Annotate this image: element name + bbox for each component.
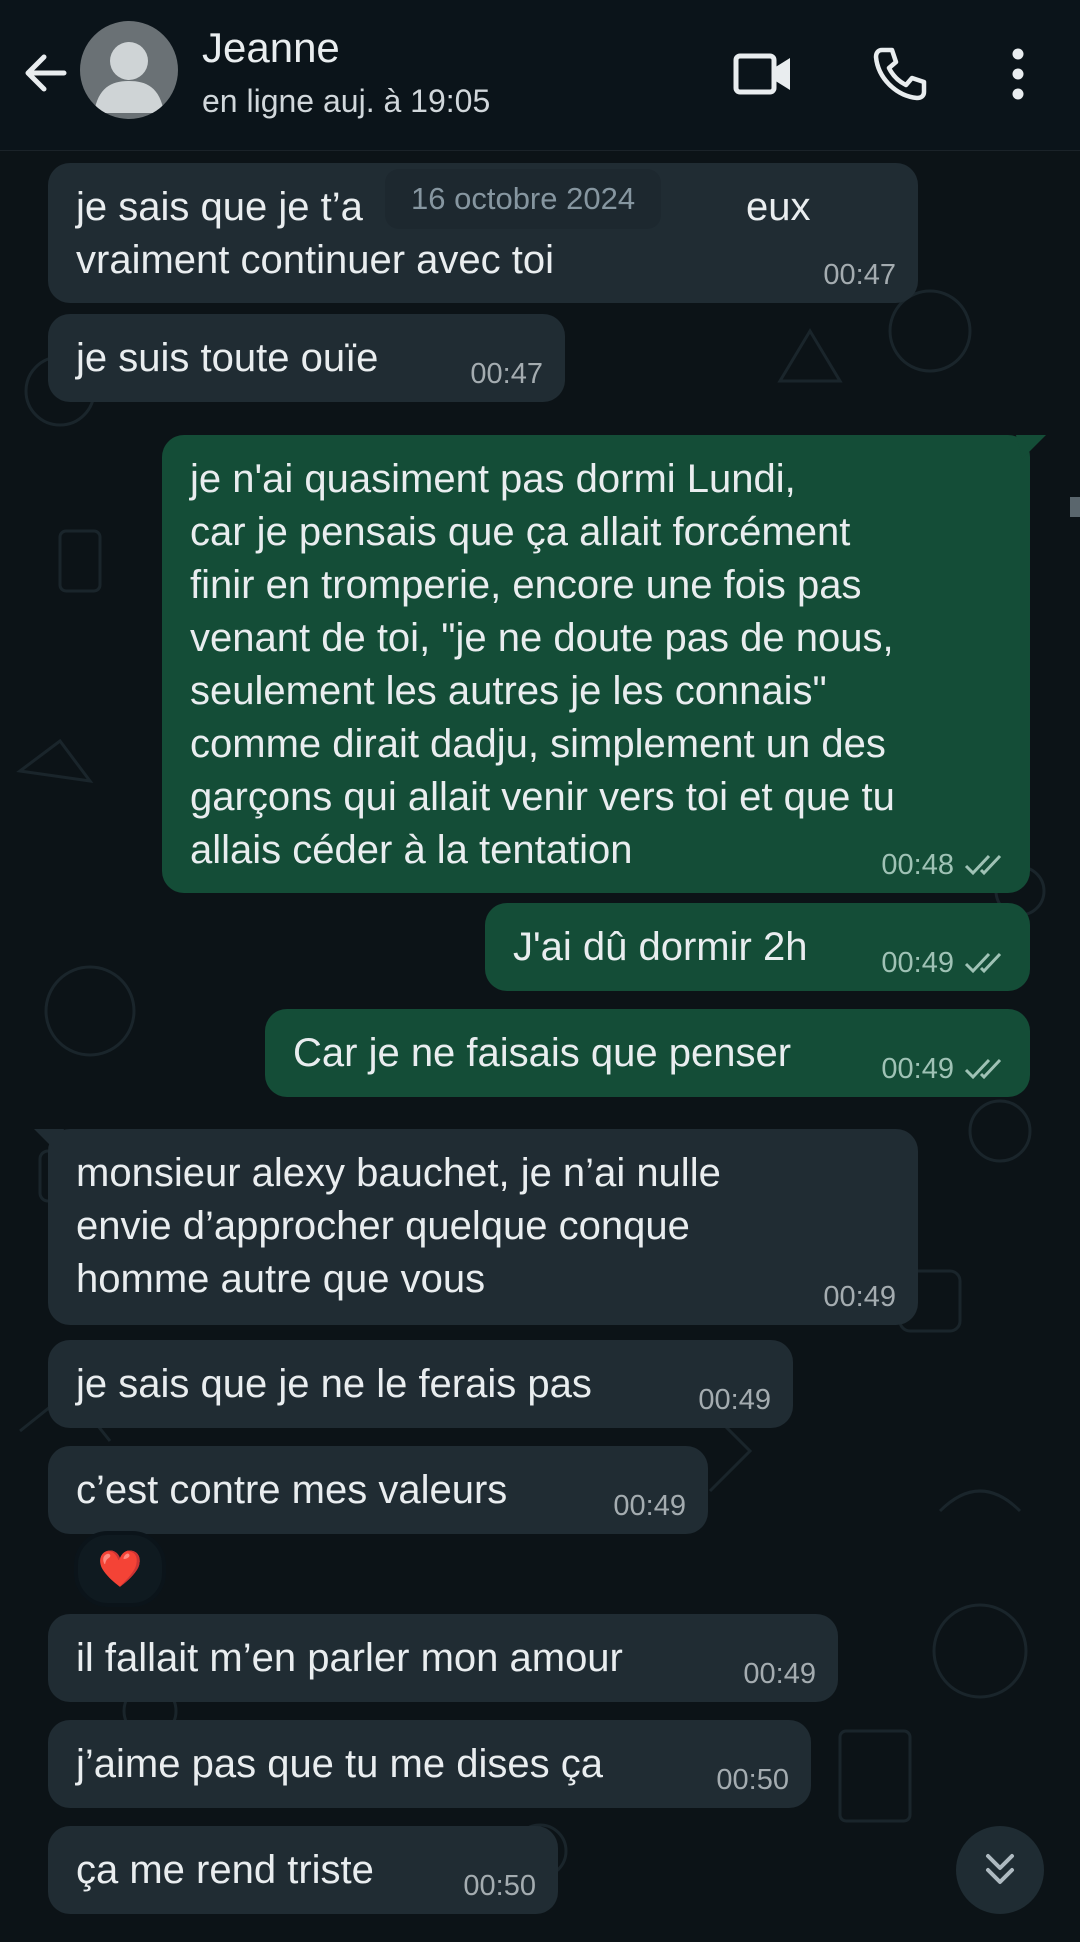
message-time: 00:49 [613, 1490, 686, 1522]
message-meta: 00:48 [881, 849, 1008, 881]
bubble-tail [1016, 435, 1046, 459]
date-chip: 16 octobre 2024 [385, 169, 662, 229]
message-time: 00:47 [470, 358, 543, 390]
message-time: 00:49 [743, 1658, 816, 1690]
double-check-icon [964, 952, 1002, 974]
message-meta: 00:47 [470, 358, 543, 390]
message-text: c’est contre mes valeurs [76, 1468, 508, 1512]
chat-header: Jeanne en ligne auj. à 19:05 [0, 0, 1080, 151]
message-outgoing[interactable]: J'ai dû dormir 2h 00:49 [485, 903, 1030, 991]
message-meta: 00:49 [881, 1053, 1008, 1085]
message-text: il fallait m’en parler mon amour [76, 1636, 623, 1680]
message-meta: 00:50 [716, 1764, 789, 1796]
message-outgoing[interactable]: je n'ai quasiment pas dormi Lundi, car j… [162, 435, 1046, 893]
message-incoming[interactable]: monsieur alexy bauchet, je n’ai nulle en… [34, 1129, 918, 1325]
message-text: monsieur alexy bauchet, je n’ai nulle en… [76, 1151, 721, 1301]
default-avatar-icon [94, 42, 164, 113]
message-time: 00:49 [881, 947, 954, 979]
message-meta: 00:49 [698, 1384, 771, 1416]
scrollbar-thumb[interactable] [1070, 497, 1080, 517]
message-incoming[interactable]: je suis toute ouïe 00:47 [48, 314, 565, 402]
message-meta: 00:49 [823, 1281, 896, 1313]
message-outgoing[interactable]: Car je ne faisais que penser 00:49 [265, 1009, 1030, 1097]
message-incoming[interactable]: ça me rend triste 00:50 [48, 1826, 558, 1914]
message-incoming[interactable]: j’aime pas que tu me dises ça 00:50 [48, 1720, 811, 1808]
message-meta: 00:47 [823, 259, 896, 291]
message-time: 00:50 [716, 1764, 789, 1796]
message-meta: 00:49 [743, 1658, 816, 1690]
message-meta: 00:49 [881, 947, 1008, 979]
contact-name[interactable]: Jeanne [202, 24, 340, 72]
scroll-to-bottom-button[interactable] [956, 1826, 1044, 1914]
message-time: 00:48 [881, 849, 954, 881]
contact-status: en ligne auj. à 19:05 [202, 83, 491, 119]
reaction-badge[interactable]: ❤️ [74, 1531, 166, 1607]
message-incoming[interactable]: je sais que je ne le ferais pas 00:49 [48, 1340, 793, 1428]
message-incoming[interactable]: c’est contre mes valeurs 00:49 [48, 1446, 708, 1534]
double-check-icon [964, 1058, 1002, 1080]
message-time: 00:49 [698, 1384, 771, 1416]
message-incoming[interactable]: il fallait m’en parler mon amour 00:49 [48, 1614, 838, 1702]
message-text: je n'ai quasiment pas dormi Lundi, car j… [190, 457, 895, 872]
message-time: 00:49 [823, 1281, 896, 1313]
double-check-icon [964, 854, 1002, 876]
bubble-tail [34, 1129, 64, 1153]
message-text: je sais que je ne le ferais pas [76, 1362, 592, 1406]
more-vertical-icon[interactable] [986, 42, 1050, 106]
message-time: 00:50 [463, 1870, 536, 1902]
message-time: 00:47 [823, 259, 896, 291]
phone-icon[interactable] [868, 42, 932, 106]
arrow-left-icon[interactable] [18, 45, 74, 101]
message-time: 00:49 [881, 1053, 954, 1085]
chat-area[interactable]: je sais que je t’a vraiment continuer av… [0, 151, 1080, 1942]
message-text: j’aime pas que tu me dises ça [76, 1742, 603, 1786]
message-meta: 00:50 [463, 1870, 536, 1902]
double-chevron-down-icon [986, 1854, 1014, 1884]
avatar[interactable] [80, 21, 178, 119]
video-camera-icon[interactable] [732, 42, 796, 106]
message-meta: 00:49 [613, 1490, 686, 1522]
heart-reaction-icon: ❤️ [97, 1548, 143, 1589]
message-hidden-text-tail: eux [746, 185, 811, 229]
